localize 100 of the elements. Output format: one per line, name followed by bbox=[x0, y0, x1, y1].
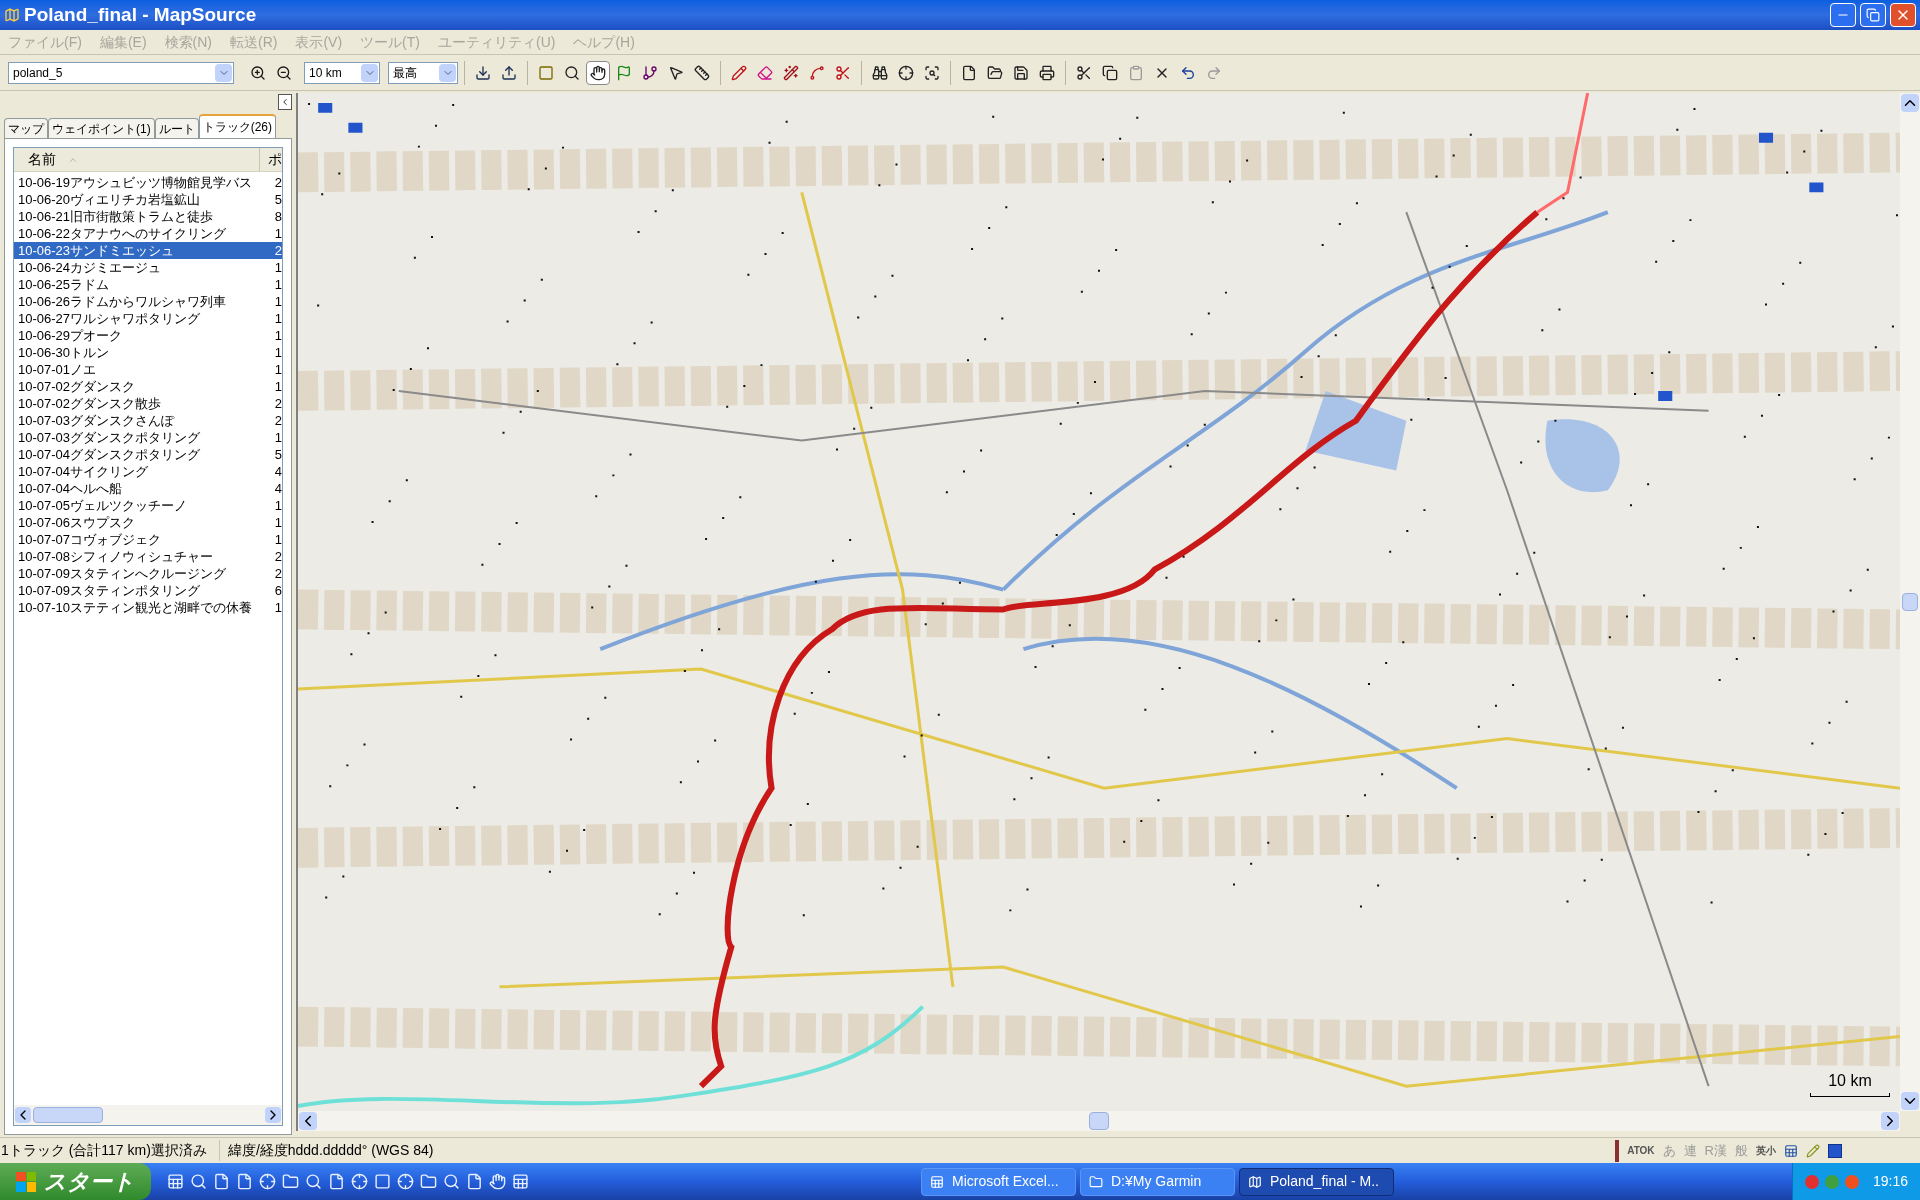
app-icon bbox=[4, 7, 20, 23]
restore-button[interactable] bbox=[1860, 3, 1886, 27]
scroll-up-icon[interactable] bbox=[1901, 94, 1919, 112]
column-header[interactable]: ポ bbox=[260, 148, 282, 171]
table-cell-text: 2 bbox=[273, 564, 282, 583]
list-row[interactable]: 10-06-25ラドム 1 bbox=[14, 276, 282, 293]
list-row[interactable]: 10-07-01ノエ 1 bbox=[14, 361, 282, 378]
track-name: 10-07-03グダンスクさんぽ bbox=[17, 411, 176, 430]
list-row[interactable]: 10-06-19アウシュビッツ博物館見学バス 2 bbox=[14, 174, 282, 191]
magnifier-icon bbox=[564, 64, 580, 81]
quick-launch-icon[interactable] bbox=[374, 1173, 391, 1190]
tab[interactable]: ルート bbox=[154, 118, 199, 138]
track-name: 10-06-20ヴィエリチカ岩塩鉱山 bbox=[17, 190, 202, 209]
quick-launch-icon[interactable] bbox=[489, 1173, 506, 1190]
taskbar-button[interactable]: D:¥My Garmin bbox=[1080, 1167, 1235, 1196]
list-row[interactable]: 10-07-04グダンスクポタリング 5 bbox=[14, 446, 282, 463]
collapse-button[interactable] bbox=[278, 94, 292, 110]
track-name: 10-07-04サイクリング bbox=[17, 462, 150, 481]
track-name: 10-07-06スウプスク bbox=[17, 513, 137, 532]
quick-launch-icon[interactable] bbox=[443, 1173, 460, 1190]
list-row[interactable]: 10-07-03グダンスクさんぽ 2 bbox=[14, 412, 282, 429]
quick-launch-icon[interactable] bbox=[466, 1173, 483, 1190]
table-cell-text: 2 bbox=[273, 411, 282, 430]
tab[interactable]: トラック(26) bbox=[198, 114, 276, 138]
quick-launch-icon[interactable] bbox=[236, 1173, 253, 1190]
horizontal-scrollbar[interactable] bbox=[298, 1111, 1900, 1131]
quick-launch-icon[interactable] bbox=[305, 1173, 322, 1190]
horizontal-scrollbar[interactable] bbox=[14, 1105, 282, 1125]
clipboard-icon bbox=[1128, 64, 1144, 81]
list-row[interactable]: 10-07-10ステティン観光と湖畔での休養 1 bbox=[14, 599, 282, 616]
track-name: 10-07-03グダンスクポタリング bbox=[17, 428, 202, 447]
vertical-scrollbar[interactable] bbox=[1900, 93, 1920, 1111]
list-row[interactable]: 10-06-27ワルシャワポタリング 1 bbox=[14, 310, 282, 327]
window-title: Poland_final - MapSource bbox=[24, 2, 258, 27]
map-dropdown[interactable]: poland_5 bbox=[8, 61, 234, 84]
quick-launch-icon[interactable] bbox=[420, 1173, 437, 1190]
list-row[interactable]: 10-07-02グダンスク散歩 2 bbox=[14, 395, 282, 412]
quick-launch-icon[interactable] bbox=[190, 1173, 207, 1190]
scroll-down-icon[interactable] bbox=[1901, 1092, 1919, 1110]
quick-launch-icon[interactable] bbox=[328, 1173, 345, 1190]
quick-launch-icon[interactable] bbox=[351, 1173, 368, 1190]
list-row[interactable]: 10-07-04ヘルへ船 4 bbox=[14, 480, 282, 497]
scroll-left-icon[interactable] bbox=[15, 1107, 31, 1123]
list-row[interactable]: 10-07-03グダンスクポタリング 1 bbox=[14, 429, 282, 446]
quick-launch-icon[interactable] bbox=[259, 1173, 276, 1190]
scroll-thumb[interactable] bbox=[1089, 1112, 1109, 1130]
quick-launch-icon[interactable] bbox=[282, 1173, 299, 1190]
list-row[interactable]: 10-07-05ヴェルツクッチーノ 1 bbox=[14, 497, 282, 514]
zoom-out-icon bbox=[276, 64, 292, 81]
scroll-right-icon[interactable] bbox=[1881, 1112, 1899, 1130]
taskbar-button[interactable]: Microsoft Excel... bbox=[921, 1167, 1076, 1196]
scroll-left-icon[interactable] bbox=[299, 1112, 317, 1130]
list-row[interactable]: 10-07-08シフィノウィシュチャー 2 bbox=[14, 548, 282, 565]
quick-launch-icon[interactable] bbox=[512, 1173, 529, 1190]
list-row[interactable]: 10-07-09スタティンへクルージング 2 bbox=[14, 565, 282, 582]
tab[interactable]: マップ bbox=[4, 118, 48, 138]
minimize-button[interactable] bbox=[1830, 3, 1856, 27]
list-row[interactable]: 10-06-26ラドムからワルシャワ列車 1 bbox=[14, 293, 282, 310]
list-row[interactable]: 10-07-09スタティンポタリング 6 bbox=[14, 582, 282, 599]
taskbar-button[interactable]: Poland_final - M.. bbox=[1239, 1167, 1394, 1196]
ime-mode[interactable]: 英小 bbox=[1756, 1143, 1776, 1158]
tab[interactable]: ウェイポイント(1) bbox=[48, 118, 155, 138]
scroll-right-icon[interactable] bbox=[265, 1107, 281, 1123]
table-cell-text: 5 bbox=[273, 190, 282, 209]
map-view[interactable]: 10 km bbox=[298, 93, 1900, 1111]
detail-dropdown[interactable]: 最高 bbox=[388, 61, 458, 84]
list-row[interactable]: 10-06-21旧市街散策トラムと徒歩 8 bbox=[14, 208, 282, 225]
track-name: 10-06-21旧市街散策トラムと徒歩 bbox=[17, 207, 215, 226]
save-icon bbox=[1013, 64, 1029, 81]
caret-icon bbox=[280, 97, 290, 107]
list-row[interactable]: 10-06-29プオーク 1 bbox=[14, 327, 282, 344]
list-row[interactable]: 10-06-24カジミエージュ 1 bbox=[14, 259, 282, 276]
help-icon[interactable] bbox=[1828, 1143, 1842, 1158]
eraser-icon bbox=[757, 64, 773, 81]
quick-launch-icon[interactable] bbox=[397, 1173, 414, 1190]
quick-launch-icon[interactable] bbox=[213, 1173, 230, 1190]
track-name: 10-06-27ワルシャワポタリング bbox=[17, 309, 202, 328]
hand-button[interactable] bbox=[586, 60, 610, 85]
scroll-thumb[interactable] bbox=[33, 1107, 103, 1123]
list-row[interactable]: 10-07-04サイクリング 4 bbox=[14, 463, 282, 480]
list-row[interactable]: 10-07-02グダンスク 1 bbox=[14, 378, 282, 395]
list-row[interactable]: 10-06-22タアナウへのサイクリング 1 bbox=[14, 225, 282, 242]
table-cell-text: 2 bbox=[273, 394, 282, 413]
list-row[interactable]: 10-06-30トルン 1 bbox=[14, 344, 282, 361]
table-cell-text: 8 bbox=[273, 207, 282, 226]
quick-launch-icon[interactable] bbox=[167, 1173, 184, 1190]
track-name: 10-07-09スタティンへクルージング bbox=[17, 564, 228, 583]
close-button[interactable] bbox=[1890, 3, 1916, 27]
list-row[interactable]: 10-07-07コヴォブジェク 1 bbox=[14, 531, 282, 548]
list-row[interactable]: 10-06-23サンドミエッシュ 2 bbox=[14, 242, 282, 259]
scroll-thumb[interactable] bbox=[1902, 593, 1918, 611]
printer-icon bbox=[1039, 64, 1055, 81]
track-name: 10-07-04ヘルへ船 bbox=[17, 479, 124, 498]
scale-dropdown[interactable]: 10 km bbox=[304, 61, 380, 84]
grid-icon[interactable] bbox=[1784, 1143, 1798, 1158]
scale-label: 10 km bbox=[1827, 1071, 1873, 1091]
column-header[interactable]: 名前 bbox=[14, 148, 260, 171]
ime-mode[interactable]: ATOK bbox=[1627, 1143, 1655, 1158]
list-row[interactable]: 10-07-06スウプスク 1 bbox=[14, 514, 282, 531]
list-row[interactable]: 10-06-20ヴィエリチカ岩塩鉱山 5 bbox=[14, 191, 282, 208]
